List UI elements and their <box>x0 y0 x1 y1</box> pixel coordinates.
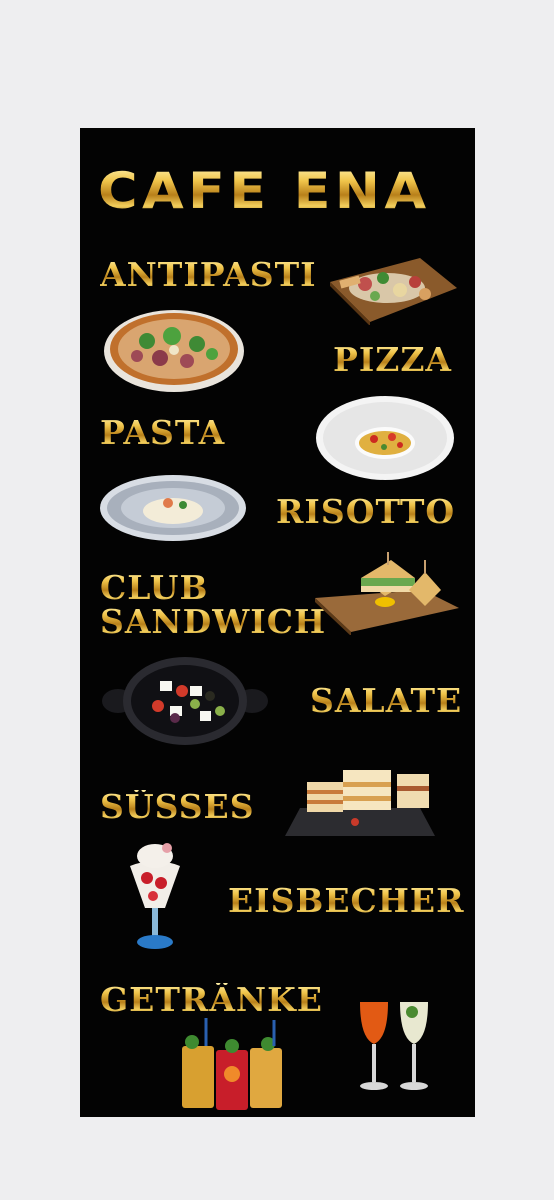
category-club-line1: CLUB <box>100 568 209 607</box>
category-suesses: SÜSSES <box>100 787 255 826</box>
category-club-line2: SANDWICH <box>100 602 327 641</box>
salad-pan-image <box>102 657 268 745</box>
antipasti-board-image <box>330 258 457 325</box>
category-risotto: RISOTTO <box>276 492 456 531</box>
menu-poster: CAFE ENA ANTIPASTI PIZZA PASTA RISOTTO C… <box>80 128 475 1117</box>
risotto-plate-image <box>100 475 246 541</box>
category-antipasti: ANTIPASTI <box>100 255 317 294</box>
category-pasta: PASTA <box>100 413 226 452</box>
cocktails-image <box>182 1018 282 1110</box>
category-pizza: PIZZA <box>333 340 453 379</box>
category-eisbecher: EISBECHER <box>228 881 465 920</box>
club-sandwich-image <box>315 552 459 635</box>
category-salate: SALATE <box>310 681 463 720</box>
spritz-glasses-image <box>360 1002 428 1090</box>
category-getraenke: GETRÄNKE <box>100 980 323 1019</box>
cafe-title: CAFE ENA <box>98 162 431 220</box>
cake-slices-image <box>285 770 435 836</box>
pasta-plate-image <box>316 396 454 480</box>
sundae-glass-image <box>130 843 180 949</box>
pizza-image <box>104 310 244 392</box>
